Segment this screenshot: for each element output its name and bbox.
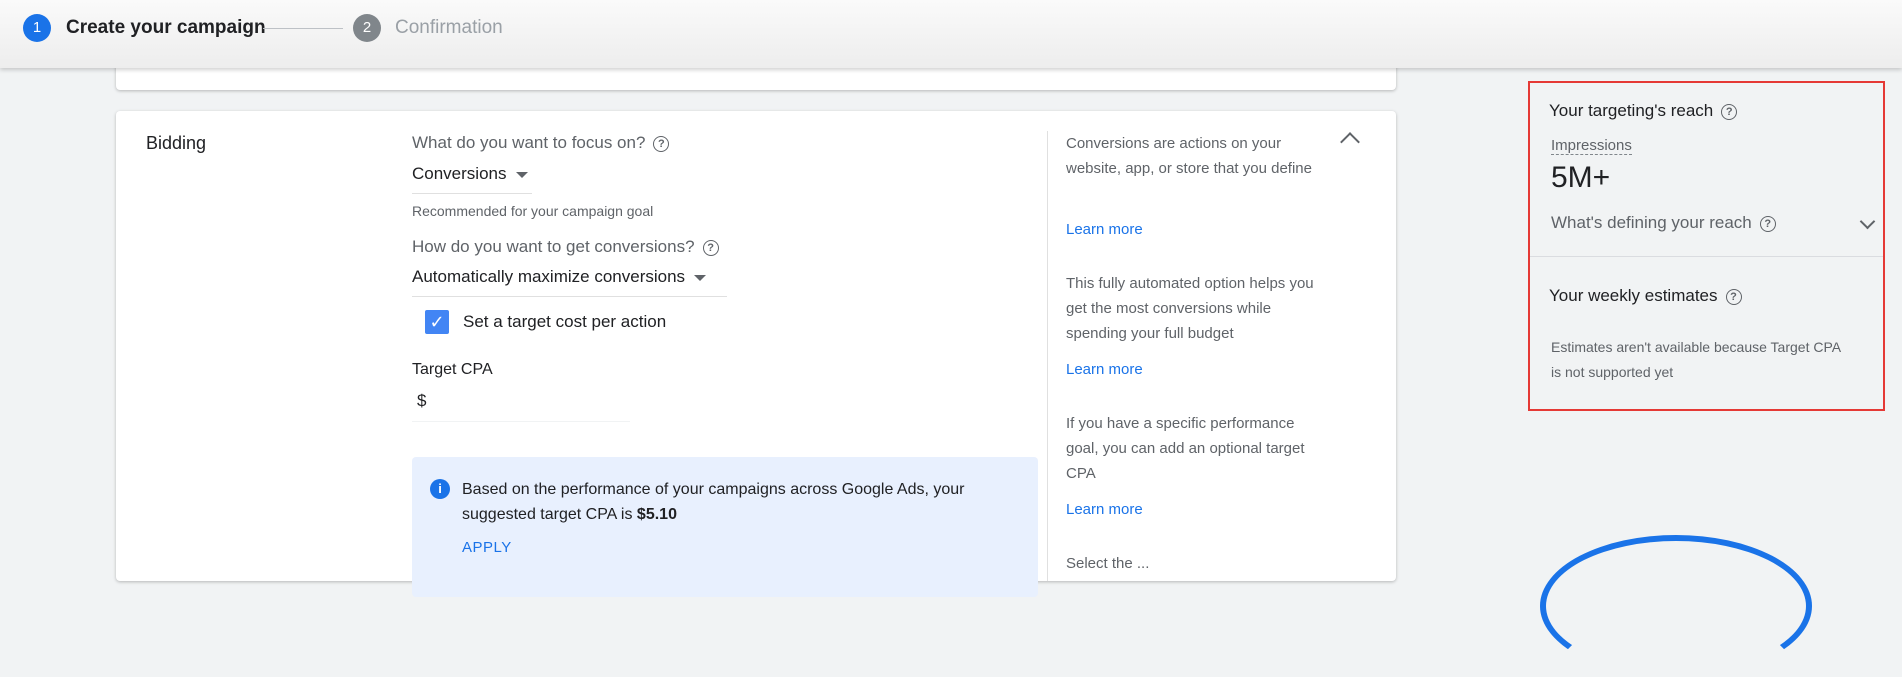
- focus-question-label: What do you want to focus on?: [412, 133, 646, 152]
- help-divider: [1047, 131, 1048, 581]
- learn-more-link[interactable]: Learn more: [1066, 361, 1143, 378]
- target-cpa-help-text: If you have a specific performance goal,…: [1066, 415, 1305, 482]
- step-1-label[interactable]: Create your campaign: [66, 17, 266, 39]
- weekly-estimates-label: Your weekly estimates: [1549, 286, 1718, 305]
- conversions-dropdown[interactable]: Automatically maximize conversions: [412, 267, 707, 287]
- automated-help-text: This fully automated option helps you ge…: [1066, 275, 1314, 342]
- help-icon[interactable]: ?: [1721, 103, 1738, 120]
- help-icon[interactable]: ?: [653, 135, 670, 152]
- target-cost-checkbox[interactable]: ✓: [425, 310, 449, 334]
- reach-definition-label: What's defining your reach: [1551, 213, 1752, 232]
- chevron-up-icon[interactable]: [1340, 132, 1360, 152]
- suggestion-message: Based on the performance of your campaig…: [462, 481, 965, 523]
- step-1-number[interactable]: 1: [23, 14, 51, 42]
- focus-hint: Recommended for your campaign goal: [412, 203, 654, 219]
- section-title: Bidding: [146, 133, 207, 153]
- suggestion-text: Based on the performance of your campaig…: [462, 477, 1002, 527]
- conversions-question: How do you want to get conversions??: [412, 237, 719, 257]
- target-cost-checkbox-label[interactable]: Set a target cost per action: [463, 312, 666, 332]
- reach-title: Your targeting's reach?: [1549, 101, 1738, 121]
- step-2-number[interactable]: 2: [353, 14, 381, 42]
- focus-underline: [412, 193, 532, 194]
- weekly-estimates-note: Estimates aren't available because Targe…: [1551, 339, 1841, 380]
- dropdown-arrow-icon: [694, 274, 707, 281]
- bidding-card: Bidding What do you want to focus on?? C…: [116, 111, 1396, 597]
- help-icon[interactable]: ?: [1725, 288, 1742, 305]
- target-cpa-label: Target CPA: [412, 361, 493, 378]
- cut-off-help-text: Select the ...: [1066, 555, 1150, 572]
- focus-dropdown[interactable]: Conversions: [412, 164, 528, 184]
- focus-dropdown-value: Conversions: [412, 164, 507, 183]
- step-connector: [263, 28, 343, 29]
- conversions-help-text: Conversions are actions on your website,…: [1066, 135, 1312, 177]
- info-icon: i: [430, 479, 450, 499]
- progress-ring-icon: [1540, 535, 1812, 677]
- target-cpa-input[interactable]: [412, 421, 630, 422]
- step-2-label[interactable]: Confirmation: [395, 17, 503, 39]
- suggestion-banner: i Based on the performance of your campa…: [412, 457, 1038, 597]
- weekly-estimates-title: Your weekly estimates?: [1549, 286, 1742, 306]
- conversions-question-label: How do you want to get conversions?: [412, 237, 695, 256]
- focus-question: What do you want to focus on??: [412, 133, 670, 153]
- conversions-underline: [412, 296, 727, 297]
- help-icon[interactable]: ?: [1759, 215, 1776, 232]
- stepper-bar: 1 Create your campaign 2 Confirmation: [0, 0, 1902, 68]
- help-icon[interactable]: ?: [702, 239, 719, 256]
- learn-more-link[interactable]: Learn more: [1066, 501, 1143, 518]
- learn-more-link[interactable]: Learn more: [1066, 221, 1143, 238]
- impressions-value: 5M+: [1551, 161, 1611, 194]
- reach-definition-toggle[interactable]: What's defining your reach?: [1551, 213, 1776, 233]
- apply-button[interactable]: APPLY: [462, 539, 512, 556]
- dropdown-arrow-icon: [515, 171, 528, 178]
- panel-divider: [1530, 256, 1883, 257]
- impressions-label[interactable]: Impressions: [1551, 137, 1632, 155]
- chevron-down-icon[interactable]: [1859, 213, 1876, 230]
- suggested-cpa-value: $5.10: [636, 506, 677, 523]
- reach-title-label: Your targeting's reach: [1549, 101, 1714, 120]
- currency-symbol: $: [417, 391, 427, 410]
- conversions-dropdown-value: Automatically maximize conversions: [412, 267, 686, 286]
- targeting-reach-panel: Your targeting's reach? Impressions 5M+ …: [1528, 81, 1885, 411]
